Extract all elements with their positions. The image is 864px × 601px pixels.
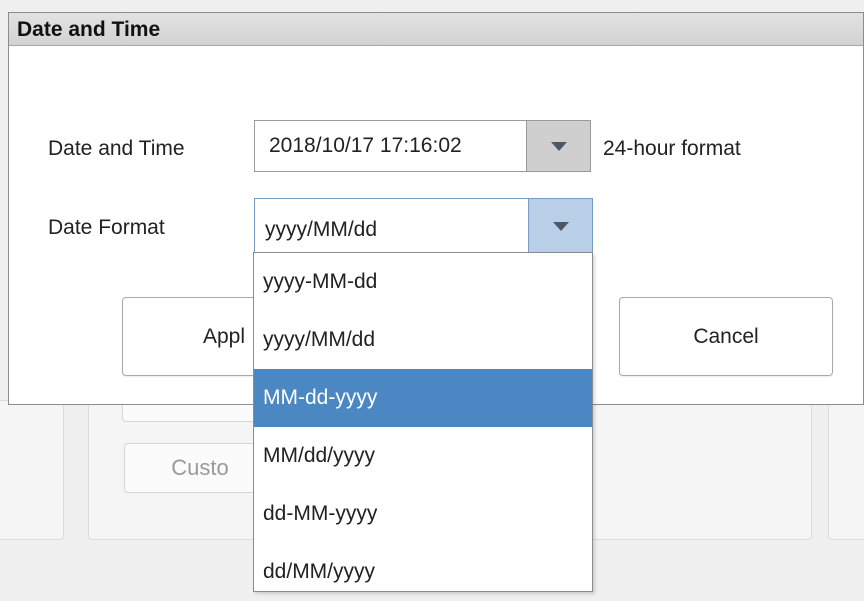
dropdown-option-label: MM/dd/yyyy [263,444,376,467]
dialog-title: Date and Time [9,13,863,46]
dropdown-option-label: yyyy/MM/dd [263,328,376,351]
chevron-down-icon [550,141,567,151]
dropdown-option[interactable]: dd-MM-yyyy [254,485,592,543]
cancel-button[interactable]: Cancel [619,297,833,376]
date-format-label: Date Format [48,216,165,239]
date-time-combo[interactable]: 2018/10/17 17:16:02 [254,120,591,172]
dropdown-option-label: dd-MM-yyyy [263,502,378,525]
background-custom-button-label: Custo [171,455,229,480]
date-format-value: yyyy/MM/dd [265,218,378,241]
time-format-hint: 24-hour format [603,137,741,160]
cancel-button-label: Cancel [693,324,759,348]
background-panel-left [0,400,64,540]
date-time-label: Date and Time [48,137,185,160]
chevron-down-icon [552,221,569,231]
dropdown-option[interactable]: MM/dd/yyyy [254,427,592,485]
date-format-combo[interactable]: yyyy/MM/dd [254,198,593,254]
apply-button-label: Appl [203,324,246,348]
date-format-dropdown-list: yyyy-MM-dd yyyy/MM/dd MM-dd-yyyy MM/dd/y… [253,252,593,592]
dropdown-option-label: MM-dd-yyyy [263,386,378,409]
date-time-dropdown-button[interactable] [526,121,590,171]
date-time-value: 2018/10/17 17:16:02 [269,134,462,157]
dropdown-option[interactable]: dd/MM/yyyy [254,543,592,601]
background-panel-right [828,400,864,540]
dropdown-option[interactable]: yyyy-MM-dd [254,253,592,311]
dropdown-option-label: dd/MM/yyyy [263,560,376,583]
date-format-dropdown-button[interactable] [528,199,592,253]
dropdown-option-label: yyyy-MM-dd [263,270,378,293]
dropdown-option-highlighted[interactable]: MM-dd-yyyy [254,369,592,427]
dropdown-option[interactable]: yyyy/MM/dd [254,311,592,369]
